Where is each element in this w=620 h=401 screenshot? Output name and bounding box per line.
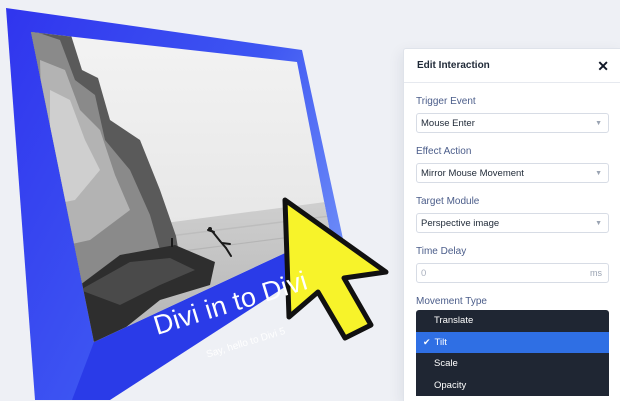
time-delay-label: Time Delay [416, 246, 467, 257]
chevron-down-icon: ▼ [595, 219, 602, 227]
movement-option-tilt[interactable]: ✔ Tilt [416, 331, 609, 353]
target-module-label: Target Module [416, 196, 480, 207]
trigger-event-value: Mouse Enter [421, 117, 475, 129]
option-label: Translate [434, 315, 474, 327]
time-delay-value: 0 [421, 267, 427, 279]
time-delay-unit: ms [590, 268, 602, 278]
trigger-event-select[interactable]: Mouse Enter ▼ [416, 113, 609, 133]
chevron-down-icon: ▼ [595, 169, 602, 177]
trigger-event-field: Trigger Event Mouse Enter ▼ [416, 96, 609, 133]
effect-action-field: Effect Action Mirror Mouse Movement ▼ [416, 146, 609, 183]
movement-option-translate[interactable]: Translate [416, 310, 609, 332]
movement-type-dropdown[interactable]: Translate ✔ Tilt Scale Opacity [416, 310, 609, 396]
option-label: Scale [434, 358, 458, 370]
time-delay-field: Time Delay 0 ms [416, 246, 609, 283]
target-module-value: Perspective image [421, 217, 500, 229]
chevron-down-icon: ▼ [595, 119, 602, 127]
edit-interaction-panel: Edit Interaction ✕ Trigger Event Mouse E… [403, 48, 620, 401]
movement-option-opacity[interactable]: Opacity [416, 375, 609, 397]
effect-action-label: Effect Action [416, 146, 472, 157]
trigger-event-label: Trigger Event [416, 96, 476, 107]
movement-type-label: Movement Type [416, 296, 487, 307]
effect-action-select[interactable]: Mirror Mouse Movement ▼ [416, 163, 609, 183]
checkmark-icon: ✔ [423, 336, 431, 347]
option-label: Tilt [434, 336, 447, 348]
target-module-field: Target Module Perspective image ▼ [416, 196, 609, 233]
panel-title: Edit Interaction [417, 60, 490, 71]
movement-option-scale[interactable]: Scale [416, 353, 609, 375]
panel-header: Edit Interaction ✕ [404, 49, 620, 83]
time-delay-input[interactable]: 0 ms [416, 263, 609, 283]
perspective-image-card: Divi in to Divi Say, hello to Divi 5 [0, 0, 400, 400]
target-module-select[interactable]: Perspective image ▼ [416, 213, 609, 233]
option-label: Opacity [434, 379, 467, 391]
effect-action-value: Mirror Mouse Movement [421, 167, 524, 179]
close-icon[interactable]: ✕ [597, 59, 609, 73]
card-graphic [6, 8, 389, 400]
